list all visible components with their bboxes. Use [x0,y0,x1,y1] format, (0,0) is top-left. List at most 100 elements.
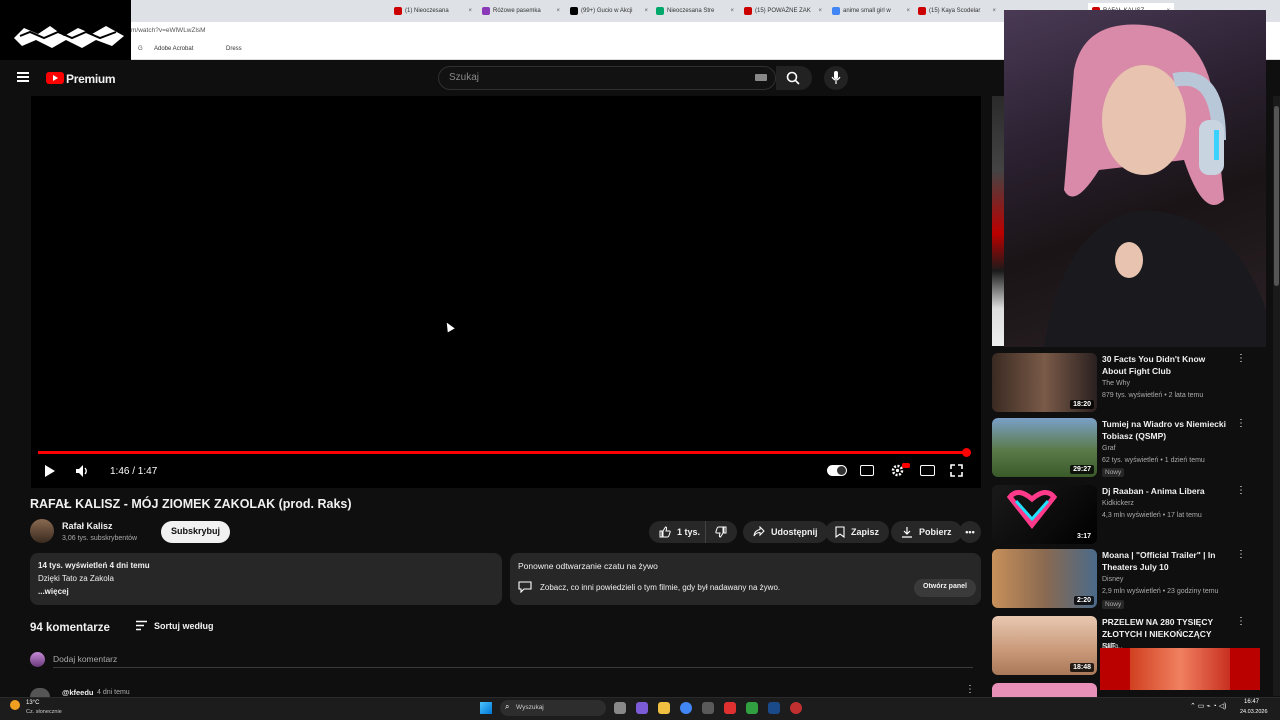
windows-start-icon[interactable] [480,702,492,714]
add-comment-input[interactable]: Dodaj komentarz [53,654,117,664]
fullscreen-icon[interactable] [950,464,963,477]
theater-mode-icon[interactable] [920,465,935,476]
share-button[interactable]: Udostępnij [743,521,828,543]
download-button[interactable]: Pobierz [891,521,962,543]
recommendation-item[interactable]: 18:20 30 Facts You Didn't Know About Fig… [992,353,1272,415]
microphone-icon [831,71,841,84]
more-options-icon[interactable]: ⋮ [1236,485,1246,496]
more-options-icon[interactable]: ⋮ [1236,353,1246,364]
browser-tab[interactable]: Nieoczesana Stre × [652,3,738,19]
subscribe-button[interactable]: Subskrybuj [161,521,231,543]
tray-icons[interactable]: ⌃ ▭ ⌁ ◔ ◁) [1190,702,1226,710]
more-options-icon[interactable]: ⋮ [1236,616,1246,627]
play-icon[interactable] [45,465,55,477]
file-explorer-icon[interactable] [658,702,670,714]
close-icon[interactable]: × [730,8,734,14]
sort-button[interactable]: Sortuj według [154,621,214,631]
clock-date: 24.03.2026 [1240,709,1268,715]
browser-tab[interactable]: Różowe pasemka × [478,3,564,19]
channel-name[interactable]: Rafał Kalisz [62,521,113,531]
recommendation-item[interactable]: 29:27 Tumiej na Wiadro vs Niemiecki Tobi… [992,418,1272,480]
video-title[interactable]: Dj Raaban - Anima Libera [1102,485,1230,497]
scrollbar-track[interactable] [1273,96,1280,696]
bookmark-item[interactable]: Dress [226,46,242,52]
search-button[interactable] [776,66,812,90]
hidden-recommendations-strip [992,96,1004,346]
video-thumbnail[interactable]: 3:17 [992,485,1097,544]
channel-name[interactable]: Kidkickerz [1102,500,1134,507]
video-thumbnail[interactable]: 18:48 [992,616,1097,675]
chat-app-icon[interactable] [636,702,648,714]
webcam-overlay [1004,10,1266,347]
channel-name[interactable]: Disney [1102,576,1123,583]
keyboard-icon[interactable] [755,74,767,81]
subtitles-icon[interactable] [860,465,874,476]
close-icon[interactable]: × [906,8,910,14]
more-options-icon[interactable]: ⋮ [1236,549,1246,560]
open-panel-button[interactable]: Otwórz panel [914,579,976,597]
close-icon[interactable]: × [818,8,822,14]
tab-favicon-icon [832,7,840,15]
task-view-icon[interactable] [614,702,626,714]
video-title: RAFAŁ KALISZ - MÓJ ZIOMEK ZAKOLAK (prod.… [30,497,352,511]
weather-icon[interactable] [10,700,20,710]
video-title[interactable]: Moana | "Official Trailer" | In Theaters… [1102,549,1230,573]
views-and-date: 14 tys. wyświetleń 4 dni temu [38,561,150,570]
scrollbar-thumb[interactable] [1274,106,1279,286]
description-card[interactable]: 14 tys. wyświetleń 4 dni temu Dzięki Tat… [30,553,502,605]
video-title[interactable]: 30 Facts You Didn't Know About Fight Clu… [1102,353,1230,377]
autoplay-toggle[interactable] [827,465,847,476]
more-actions-button[interactable]: ••• [959,521,981,543]
comment-more-icon[interactable]: ⋮ [965,684,975,695]
video-thumbnail[interactable]: 29:27 [992,418,1097,477]
dislike-button[interactable] [705,521,737,543]
chat-icon [518,581,532,593]
voice-search-button[interactable] [824,66,848,90]
video-thumbnail[interactable]: 18:20 [992,353,1097,412]
comment-username[interactable]: @kfeedu [62,688,94,697]
channel-name[interactable]: The Why [1102,380,1130,387]
browser-tab[interactable]: (15) Kaya Scodelar × [914,3,1000,19]
channel-avatar[interactable] [30,519,54,543]
chrome-icon[interactable] [680,702,692,714]
partial-thumbnail[interactable] [992,683,1097,697]
thumbs-up-icon [659,526,671,538]
app-icon[interactable] [790,702,802,714]
video-player[interactable] [31,96,981,488]
sort-icon[interactable] [135,620,148,631]
comment-avatar[interactable] [30,688,50,697]
video-title[interactable]: Tumiej na Wiadro vs Niemiecki Tobiasz (Q… [1102,418,1230,442]
browser-tab[interactable]: (15) POWAŻNE ZAK × [740,3,826,19]
close-icon[interactable]: × [556,8,560,14]
more-options-icon[interactable]: ⋮ [1236,418,1246,429]
channel-name[interactable]: Graf [1102,445,1116,452]
browser-tab[interactable]: (1) Nieoczesana × [390,3,476,19]
app-icon[interactable] [746,702,758,714]
recommendation-item[interactable]: 2:20 Moana | "Official Trailer" | In The… [992,549,1272,611]
youtube-logo-icon[interactable] [46,72,64,84]
tab-favicon-icon [570,7,578,15]
video-thumbnail[interactable]: 2:20 [992,549,1097,608]
close-icon[interactable]: × [992,8,996,14]
menu-icon[interactable] [17,72,29,82]
save-button[interactable]: Zapisz [825,521,890,543]
app-icon[interactable] [702,702,714,714]
steam-icon[interactable] [768,702,780,714]
video-title[interactable]: PRZELEW NA 280 TYSIĘCY ZŁOTYCH I NIEKOŃC… [1102,616,1230,652]
taskbar-search[interactable]: ⌕ Wyszukaj [500,700,606,716]
search-input[interactable]: Szukaj [438,66,776,90]
close-icon[interactable]: × [468,8,472,14]
google-icon[interactable]: G [138,46,143,52]
app-icon[interactable] [724,702,736,714]
like-button[interactable]: 1 tys. [649,521,709,543]
bookmark-item[interactable]: Adobe Acrobat [154,46,193,52]
like-count: 1 tys. [677,527,701,537]
browser-tab[interactable]: (99+) Gucio w Akcji × [566,3,652,19]
progress-scrubber[interactable] [962,448,971,457]
volume-icon[interactable] [75,464,89,478]
recommendation-item[interactable]: 3:17 Dj Raaban - Anima Libera Kidkickerz… [992,485,1272,547]
close-icon[interactable]: × [644,8,648,14]
progress-bar[interactable] [38,451,968,454]
show-more-link[interactable]: ...więcej [38,587,69,596]
browser-tab[interactable]: anime small girl w × [828,3,914,19]
